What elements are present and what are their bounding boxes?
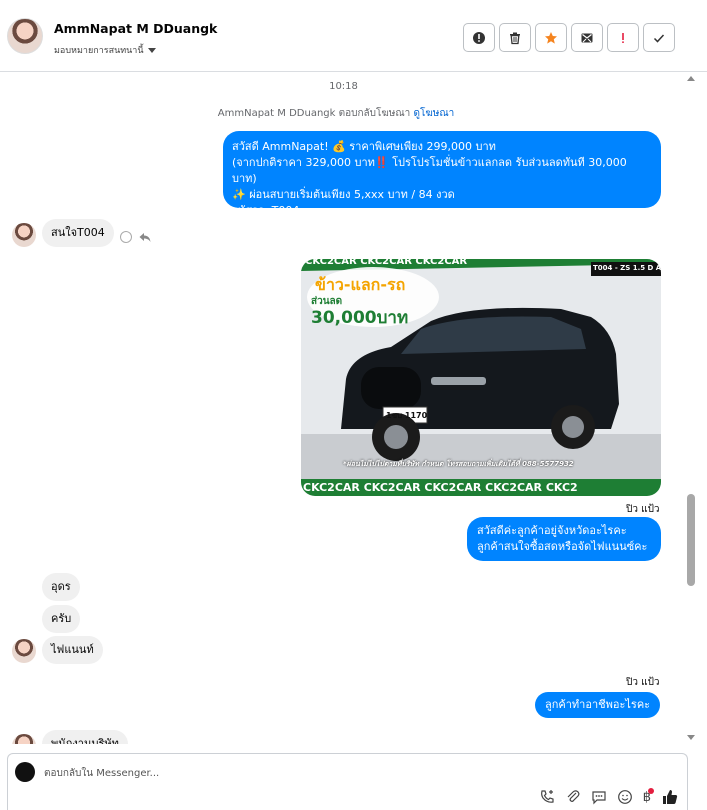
customer-message-bubble[interactable]: ครับ	[42, 605, 81, 633]
message-composer: ตอบกลับใน Messenger... ฿	[7, 753, 688, 810]
page-logo	[15, 762, 35, 782]
envelope-x-icon	[581, 33, 593, 42]
messenger-inbox-thread: AmmNapat M DDuangk มอบหมายการสนทนานี้ 10…	[0, 0, 707, 810]
attachment-icon[interactable]	[565, 789, 581, 805]
star-icon	[545, 31, 557, 44]
ad-reply-note: AmmNapat M DDuangk ตอบกลับโฆษณา ดูโฆษณา	[0, 106, 672, 121]
agent-message-bubble[interactable]: ลูกค้าทำอาชีพอะไรคะ	[535, 692, 661, 718]
star-button[interactable]	[535, 23, 567, 52]
ad-reply-text: AmmNapat M DDuangk ตอบกลับโฆษณา	[217, 108, 411, 119]
message-line: ลูกค้าสนใจซื้อสดหรือจัดไฟแนนซ์คะ	[477, 540, 648, 553]
chevron-down-icon	[147, 47, 156, 53]
delete-button[interactable]	[499, 23, 531, 52]
call-icon[interactable]	[539, 789, 555, 805]
view-ad-link[interactable]: ดูโฆษณา	[413, 108, 454, 119]
car-promo-image[interactable]: CKC2CAR CKC2CAR CKC2CAR T004 - ZS 1.5 D …	[301, 259, 661, 496]
message-timestamp: 10:18	[329, 81, 358, 92]
saved-replies-icon[interactable]	[591, 789, 607, 805]
partial-message-row: พนักงานบริษัท	[0, 730, 685, 744]
mark-unread-button[interactable]	[571, 23, 603, 52]
thumbs-up-icon[interactable]	[661, 788, 679, 806]
notification-dot	[648, 787, 654, 794]
emoji-icon[interactable]	[617, 789, 633, 805]
license-plate: 1ขบ 1170	[386, 411, 428, 420]
react-emoji-icon[interactable]	[120, 231, 132, 243]
contact-name[interactable]: AmmNapat M DDuangk	[54, 21, 217, 36]
message-line: รหัสรถ :T004	[232, 204, 300, 217]
image-footer-note: *ผ่อนไม่ไปไปตามที่บริษัท กำหนด โทรสอบถาม…	[343, 460, 574, 468]
promo-discount-amount: 30,000บาท	[311, 308, 409, 328]
payment-icon[interactable]: ฿	[643, 787, 654, 805]
customer-message-bubble[interactable]: อุดร	[42, 573, 80, 601]
thread-actions	[463, 23, 675, 52]
composer-toolbar: ฿	[539, 787, 679, 806]
reply-arrow-icon[interactable]	[138, 230, 152, 244]
customer-message-bubble[interactable]: ไฟแนนท์	[42, 636, 103, 664]
seen-by-label: ปิว แป้ว	[626, 504, 660, 515]
thread-header: AmmNapat M DDuangk มอบหมายการสนทนานี้	[0, 0, 707, 72]
assign-conversation-dropdown[interactable]: มอบหมายการสนทนานี้	[54, 43, 156, 57]
spam-button[interactable]	[607, 23, 639, 52]
contact-avatar[interactable]	[7, 18, 43, 54]
report-button[interactable]	[463, 23, 495, 52]
customer-avatar	[12, 639, 36, 663]
message-line: ✨ ผ่อนสบายเริ่มต้นเพียง 5,xxx บาท / 84 ง…	[232, 188, 455, 201]
assign-label: มอบหมายการสนทนานี้	[54, 46, 144, 56]
mark-done-button[interactable]	[643, 23, 675, 52]
customer-avatar	[12, 223, 36, 247]
scroll-up-icon[interactable]	[687, 76, 695, 81]
customer-message-bubble[interactable]: สนใจT004	[42, 219, 114, 247]
brand-banner-top: CKC2CAR CKC2CAR CKC2CAR	[305, 259, 468, 267]
message-line: (จากปกติราคา 329,000 บาท‼️ โปรโปรโมชั่นข…	[232, 156, 627, 185]
message-line: สวัสดีค่ะลูกค้าอยู่จังหวัดอะไรคะ	[477, 524, 627, 537]
seen-by-label: ปิว แป้ว	[626, 677, 660, 688]
message-line: สวัสดี AmmNapat! 💰 ราคาพิเศษเพียง 299,00…	[232, 140, 496, 153]
thread-scrollbar[interactable]	[685, 72, 697, 744]
exclamation-icon	[622, 32, 624, 43]
customer-avatar	[12, 734, 36, 744]
check-icon	[653, 33, 665, 43]
reply-input[interactable]: ตอบกลับใน Messenger...	[44, 766, 159, 781]
brand-banner-bottom: CKC2CAR CKC2CAR CKC2CAR CKC2CAR CKC2	[303, 481, 578, 494]
ad-message-bubble[interactable]: สวัสดี AmmNapat! 💰 ราคาพิเศษเพียง 299,00…	[223, 131, 661, 217]
scroll-down-icon[interactable]	[687, 735, 695, 740]
agent-message-bubble[interactable]: สวัสดีค่ะลูกค้าอยู่จังหวัดอะไรคะ ลูกค้าส…	[467, 517, 661, 561]
model-tag: T004 - ZS 1.5 D AT	[593, 264, 661, 272]
info-circle-icon	[473, 31, 485, 44]
trash-icon	[510, 32, 520, 44]
customer-message-bubble[interactable]: พนักงานบริษัท	[42, 730, 128, 744]
scroll-thumb[interactable]	[687, 494, 695, 586]
